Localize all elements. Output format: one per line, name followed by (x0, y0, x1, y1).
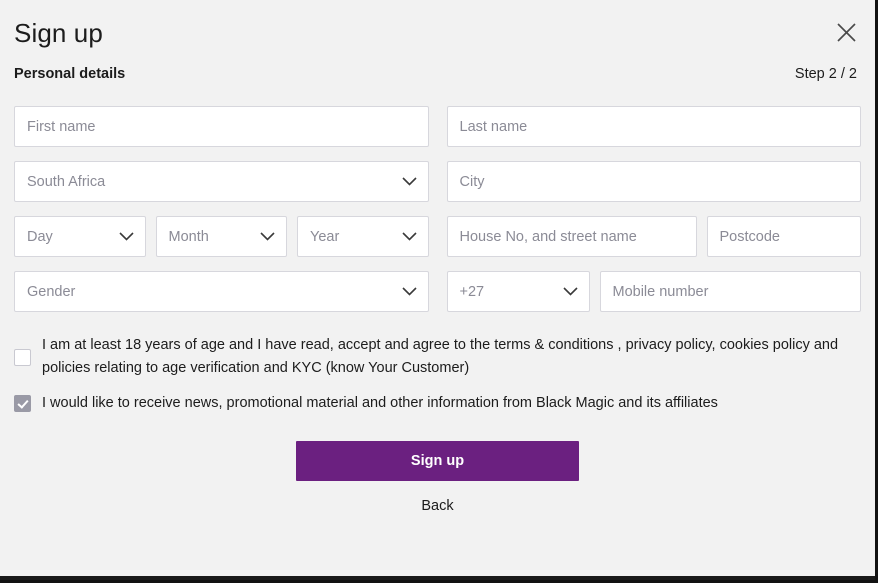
subheader: Personal details Step 2 / 2 (0, 66, 875, 98)
form-actions: Sign up Back (0, 441, 875, 514)
city-input[interactable]: City (446, 161, 861, 202)
sign-up-button[interactable]: Sign up (296, 441, 579, 481)
country-select-value: South Africa (27, 173, 106, 190)
postcode-input[interactable]: Postcode (706, 216, 861, 257)
form-row-dob-address: Day Month Year House No, and street name… (14, 216, 861, 257)
street-address-input[interactable]: House No, and street name (446, 216, 697, 257)
section-label: Personal details (14, 66, 126, 82)
signup-dialog: Sign up Personal details Step 2 / 2 Firs… (0, 0, 878, 583)
month-select[interactable]: Month (155, 216, 287, 257)
terms-consent-row: I am at least 18 years of age and I have… (14, 334, 861, 380)
country-select[interactable]: South Africa (14, 161, 429, 202)
consent-section: I am at least 18 years of age and I have… (0, 326, 875, 415)
gender-select-value: Gender (27, 283, 76, 300)
year-select-value: Year (310, 228, 340, 245)
form-row-names: First name Last name (14, 106, 861, 147)
day-select-value: Day (27, 228, 53, 245)
marketing-checkbox[interactable] (14, 395, 31, 412)
marketing-consent-row: I would like to receive news, promotiona… (14, 392, 861, 415)
day-select[interactable]: Day (14, 216, 146, 257)
chevron-down-icon (401, 284, 417, 300)
back-link[interactable]: Back (0, 498, 875, 514)
form-col-left: First name (14, 106, 429, 147)
window-bottom-edge (0, 576, 875, 580)
form-col-right: City (446, 161, 861, 202)
close-icon (836, 22, 857, 43)
last-name-input[interactable]: Last name (446, 106, 861, 147)
first-name-input[interactable]: First name (14, 106, 429, 147)
chevron-down-icon (118, 229, 134, 245)
dialog-header: Sign up (0, 0, 875, 66)
form-row-location: South Africa City (14, 161, 861, 202)
chevron-down-icon (260, 229, 275, 245)
terms-consent-label: I am at least 18 years of age and I have… (42, 337, 839, 376)
dial-code-value: +27 (459, 283, 485, 300)
gender-select[interactable]: Gender (14, 271, 429, 312)
form-col-right: Last name (446, 106, 861, 147)
marketing-consent-label: I would like to receive news, promotiona… (42, 395, 718, 411)
form-row-gender-phone: Gender +27 Mobile number (14, 271, 861, 312)
chevron-down-icon (401, 229, 417, 245)
form-col-left: Day Month Year (14, 216, 429, 257)
close-button[interactable] (831, 17, 861, 47)
month-select-value: Month (168, 228, 209, 245)
signup-form: First name Last name South Africa City D… (0, 98, 875, 312)
page-title: Sign up (14, 18, 103, 48)
form-col-right: +27 Mobile number (446, 271, 861, 312)
step-indicator: Step 2 / 2 (794, 66, 857, 82)
mobile-number-input[interactable]: Mobile number (599, 271, 861, 312)
form-col-left: Gender (14, 271, 429, 312)
dial-code-select[interactable]: +27 (446, 271, 590, 312)
form-col-left: South Africa (14, 161, 429, 202)
chevron-down-icon (562, 284, 578, 300)
terms-checkbox[interactable] (14, 349, 31, 366)
chevron-down-icon (401, 174, 417, 190)
form-col-right: House No, and street name Postcode (446, 216, 861, 257)
year-select[interactable]: Year (297, 216, 429, 257)
